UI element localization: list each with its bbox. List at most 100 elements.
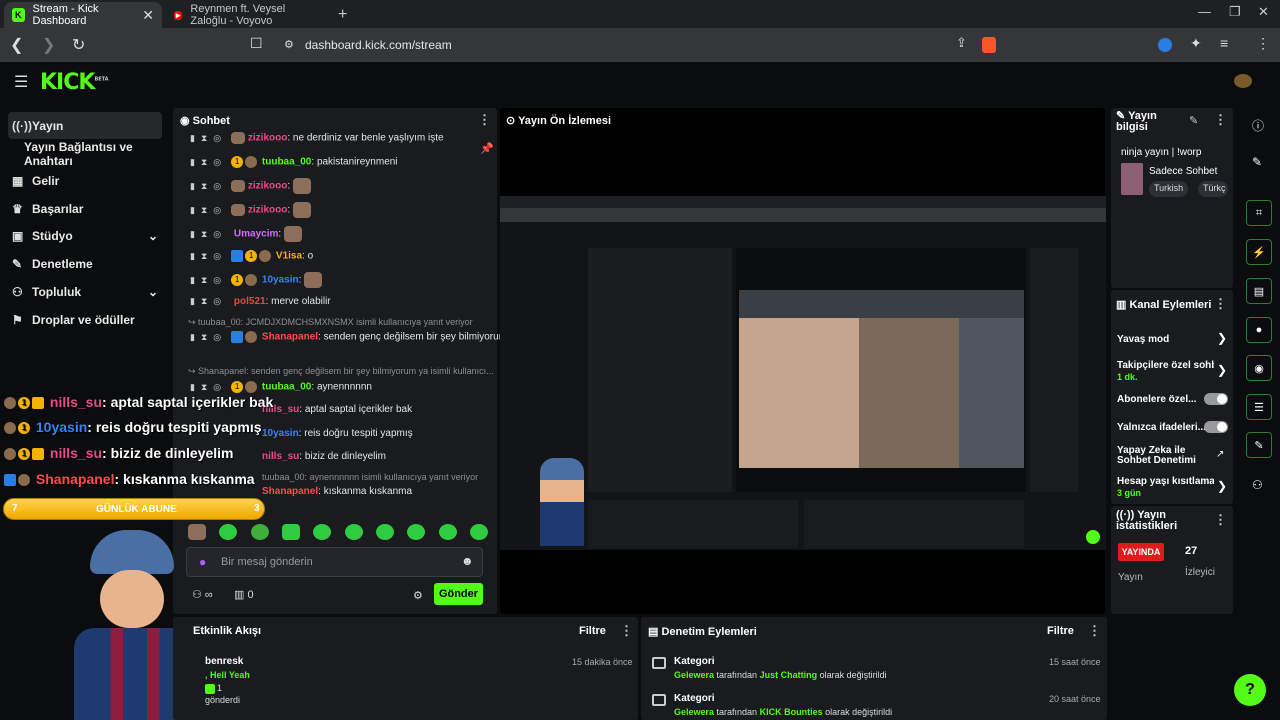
chat-input[interactable]: ● Bir mesaj gönderin ☻ [186,547,483,577]
subs-only-toggle[interactable] [1204,393,1228,405]
emote[interactable] [469,524,488,540]
playlist-icon[interactable]: ≡ [1220,35,1228,51]
chat-message[interactable]: ▮⧗◎ zizikooo: [190,178,311,194]
chat-username[interactable]: pol521 [234,296,266,307]
moderation-filter-button[interactable]: Filtre [1047,625,1074,637]
chevron-right-icon[interactable]: ❯ [1217,331,1227,345]
activity-user[interactable]: benresk [205,656,243,667]
mic-icon[interactable]: ● [199,555,206,569]
viewer-count[interactable]: ▥ 0 [234,588,254,601]
chat-message[interactable]: nills_su: biziz de dinleyelim [262,451,386,462]
moderation-menu-icon[interactable]: ⋮ [1088,623,1101,639]
stream-stats-menu-icon[interactable]: ⋮ [1214,512,1227,528]
minimize-icon[interactable]: — [1198,4,1211,19]
moderation-target[interactable]: Just Chatting [760,670,818,680]
tag-turkce[interactable]: Türkç [1198,181,1228,197]
chat-username[interactable]: Shanapanel [262,486,318,497]
chat-message[interactable]: ▮⧗◎ 1 10yasin: [190,272,323,288]
crop-icon[interactable]: ⌗ [1246,200,1272,226]
moderation-target[interactable]: KICK Bounties [760,707,823,717]
chat-message[interactable]: ▮⧗◎ 1 tuubaa_00: pakistanireynmeni [190,156,398,168]
emote[interactable] [219,524,238,540]
chat-message[interactable]: ▮⧗◎ 1 tuubaa_00: aynennnnnn [190,381,372,393]
restore-icon[interactable]: ❐ [1229,4,1241,20]
emote[interactable] [281,524,300,540]
chat-username[interactable]: Umaycim [234,229,278,240]
kick-logo[interactable]: KICKBETA [40,70,109,95]
back-icon[interactable]: ❮ [10,35,23,55]
site-info-icon[interactable]: ⚙ [284,38,294,51]
sidebar-item-gelir[interactable]: ▦ Gelir [8,167,162,194]
bookmark-icon[interactable]: ☐ [250,35,263,52]
chat-username[interactable]: zizikooo [248,133,287,144]
reload-icon[interactable]: ↻ [72,35,85,55]
share-icon[interactable]: ⇪ [956,35,967,51]
emote[interactable] [375,524,394,540]
chat-username[interactable]: tuubaa_00 [262,157,311,168]
chat-message[interactable]: ▮⧗◎ zizikooo: [190,202,311,218]
url-field[interactable]: dashboard.kick.com/stream [305,38,452,52]
window-close-icon[interactable]: ✕ [1258,4,1269,20]
document-icon[interactable]: ▤ [1246,278,1272,304]
moderation-user[interactable]: Gelewera [674,707,714,717]
chat-username[interactable]: nills_su [262,451,299,462]
emote[interactable] [250,524,269,540]
emotes-only-toggle[interactable] [1204,421,1228,433]
tab-youtube[interactable]: ▸ Reynmen ft. Veysel Zaloğlu - Voyovo [166,2,324,28]
vpn-icon[interactable] [1158,38,1172,52]
followers-only-label[interactable]: Takipçilere özel sohb [1117,360,1214,371]
send-button[interactable]: Gönder [434,583,483,605]
chat-username[interactable]: zizikooo [248,205,287,216]
sidebar-item-studyo[interactable]: ▣ Stüdyo ⌄ [8,222,162,249]
sidebar-item-topluluk[interactable]: ⚇ Topluluk ⌄ [8,278,162,305]
tab-kick-dashboard[interactable]: K Stream - Kick Dashboard ✕ [4,2,162,28]
chat-message[interactable]: ▮⧗◎ Umaycim: [190,226,302,242]
emote[interactable] [313,524,332,540]
pencil-icon[interactable]: ✎ [1252,155,1262,169]
slow-mode-label[interactable]: Yavaş mod [1117,334,1169,345]
extensions-icon[interactable]: ✦ [1190,35,1202,52]
user-avatar[interactable] [1234,74,1252,88]
chat-username[interactable]: 10yasin [262,428,299,439]
brave-shield-icon[interactable] [982,37,996,53]
sidebar-item-stream-key[interactable]: Yayın Bağlantısı ve Anahtarı [20,140,174,168]
emote[interactable] [407,524,426,540]
lightning-icon[interactable]: ⚡ [1246,239,1272,265]
chevron-right-icon[interactable]: ❯ [1217,363,1227,377]
chat-menu-icon[interactable]: ⋮ [478,112,491,128]
sidebar-item-droplar[interactable]: ⚑ Droplar ve ödüller [8,306,162,333]
sidebar-item-denetleme[interactable]: ✎ Denetleme [8,250,162,277]
new-tab-button[interactable]: + [330,2,354,28]
chevron-right-icon[interactable]: ❯ [1217,479,1227,493]
chat-message[interactable]: ▮⧗◎ pol521: merve olabilir [190,296,331,307]
chat-message[interactable]: 10yasin: reis doğru tespiti yapmış [262,428,413,439]
account-age-label[interactable]: Hesap yaşı kısıtlamas [1117,476,1214,487]
emoji-icon[interactable]: ☻ [461,554,474,568]
activity-filter-button[interactable]: Filtre [579,625,606,637]
stream-info-menu-icon[interactable]: ⋮ [1214,112,1227,128]
chat-username[interactable]: 10yasin [262,275,299,286]
pin-icon[interactable]: 📌 [480,142,494,155]
sidebar-item-basarilar[interactable]: ♛ Başarılar [8,195,162,222]
forward-icon[interactable]: ❯ [42,35,55,55]
menu-icon[interactable]: ⋮ [1256,35,1270,52]
chat-message[interactable]: ▮⧗◎ 1 V1isa: o [190,250,313,262]
activity-menu-icon[interactable]: ⋮ [620,623,633,639]
chat-username[interactable]: tuubaa_00 [262,382,311,393]
chat-message[interactable]: Shanapanel: kıskanma kıskanma [262,486,412,497]
chat-message[interactable]: nills_su: aptal saptal içerikler bak [262,404,412,415]
emote[interactable] [344,524,363,540]
ai-moderation-label[interactable]: Yapay Zeka ile Sohbet Denetimi [1117,446,1203,466]
edit-icon[interactable]: ✎ [1189,114,1198,127]
chat-message[interactable]: ▮⧗◎ Shanapanel: senden genç değilsem bir… [190,331,520,343]
stream-preview-video[interactable] [500,196,1106,550]
people-icon[interactable]: ⚇ [1252,478,1263,492]
close-icon[interactable]: ✕ [142,7,154,24]
wrench-icon[interactable]: ✎ [1246,432,1272,458]
channel-actions-menu-icon[interactable]: ⋮ [1214,296,1227,312]
info-icon[interactable]: ⓘ [1252,117,1264,134]
emote[interactable] [438,524,457,540]
help-icon[interactable]: ? [1234,674,1266,706]
sidebar-item-yayin[interactable]: ((·)) Yayın [8,112,162,139]
chat-username[interactable]: zizikooo [248,181,287,192]
